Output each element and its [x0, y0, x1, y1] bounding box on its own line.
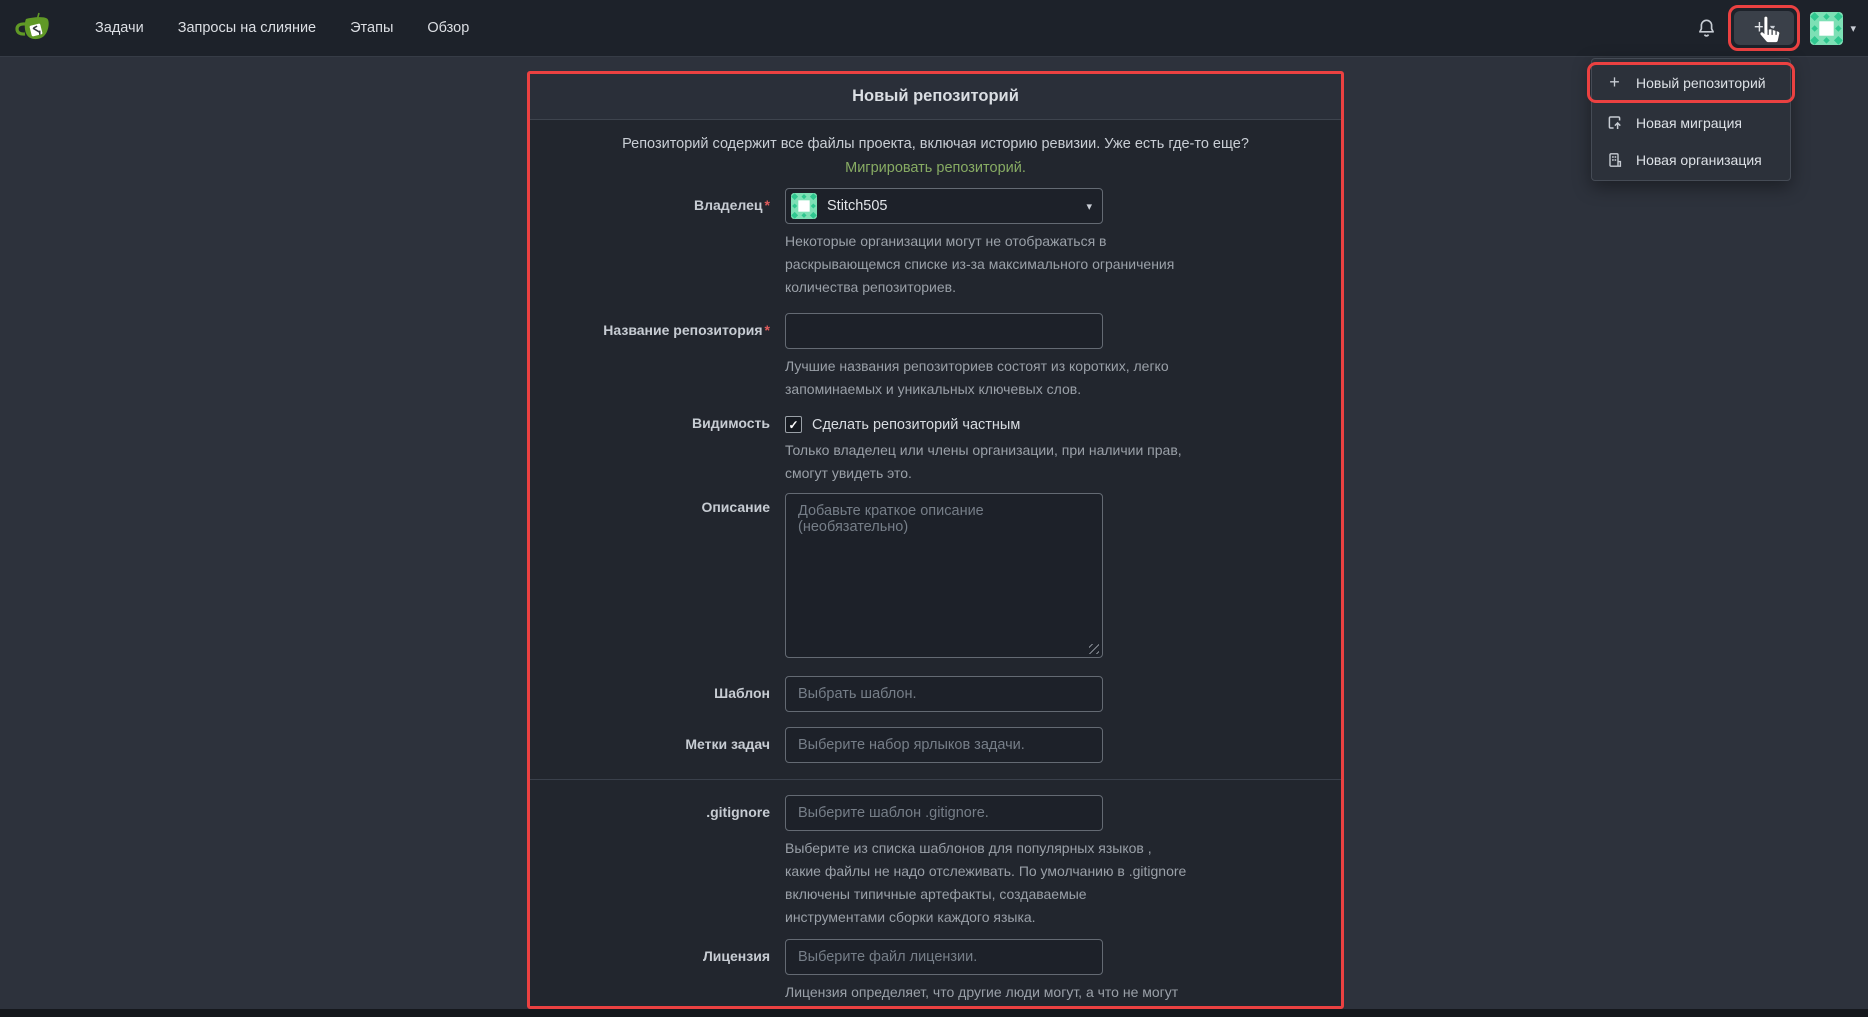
private-checkbox-label: Сделать репозиторий частным	[812, 417, 1020, 433]
create-new-button[interactable]: + ▾	[1734, 11, 1794, 45]
owner-field-cell: Stitch505 ▾ Некоторые организации могут …	[785, 188, 1341, 299]
description-row: Описание	[530, 493, 1341, 658]
gitignore-field-cell: Выберите из списка шаблонов для популярн…	[785, 795, 1341, 929]
plus-icon: +	[1606, 72, 1623, 93]
visibility-label: Видимость	[530, 414, 770, 485]
required-asterisk: *	[765, 197, 770, 213]
panel-body: Репозиторий содержит все файлы проекта, …	[530, 120, 1341, 1009]
owner-avatar	[791, 193, 817, 219]
user-menu-caret-icon[interactable]: ▾	[1850, 22, 1856, 35]
repo-name-help-text: Лучшие названия репозиториев состоят из …	[785, 355, 1187, 401]
gitea-logo[interactable]	[14, 10, 54, 46]
menu-item-new-repository[interactable]: + Новый репозиторий	[1587, 62, 1795, 103]
bell-icon	[1697, 18, 1716, 39]
owner-row: Владелец*	[530, 188, 1341, 299]
plus-icon: +	[1754, 18, 1765, 37]
owner-help-text: Некоторые организации могут не отображат…	[785, 230, 1187, 299]
issue-labels-field-cell	[785, 727, 1341, 763]
visibility-help-text: Только владелец или члены организации, п…	[785, 439, 1187, 485]
bottom-edge-strip	[0, 1009, 1868, 1017]
migrate-repository-link[interactable]: Мигрировать репозиторий.	[845, 160, 1026, 176]
nav-link-pull-requests[interactable]: Запросы на слияние	[161, 0, 333, 57]
chevron-down-icon: ▾	[1770, 23, 1775, 34]
template-input[interactable]	[785, 676, 1103, 712]
intro-text-static: Репозиторий содержит все файлы проекта, …	[622, 136, 1249, 152]
issue-labels-row: Метки задач	[530, 727, 1341, 763]
user-avatar[interactable]	[1810, 12, 1843, 45]
gitignore-input[interactable]	[785, 795, 1103, 831]
new-repository-panel: Новый репозиторий Репозиторий содержит в…	[527, 71, 1344, 1009]
owner-select[interactable]: Stitch505 ▾	[785, 188, 1103, 224]
required-asterisk: *	[765, 322, 770, 338]
description-field-cell	[785, 493, 1103, 658]
license-input[interactable]	[785, 939, 1103, 975]
panel-title: Новый репозиторий	[530, 74, 1341, 120]
issue-labels-input[interactable]	[785, 727, 1103, 763]
visibility-row: Видимость ✓ Сделать репозиторий частным …	[530, 414, 1341, 485]
private-checkbox[interactable]: ✓	[785, 416, 802, 433]
gitignore-row: .gitignore Выберите из списка шаблонов д…	[530, 795, 1341, 929]
menu-item-label: Новый репозиторий	[1636, 75, 1766, 91]
navbar-links: Задачи Запросы на слияние Этапы Обзор	[78, 0, 486, 57]
description-label: Описание	[530, 493, 770, 658]
nav-link-explore[interactable]: Обзор	[410, 0, 486, 57]
menu-item-new-organization[interactable]: Новая организация	[1592, 141, 1790, 178]
repo-name-row: Название репозитория* Лучшие названия ре…	[530, 313, 1341, 401]
license-help-text: Лицензия определяет, что другие люди мог…	[785, 981, 1187, 1009]
identicon-avatar	[1810, 12, 1843, 45]
intro-text: Репозиторий содержит все файлы проекта, …	[530, 120, 1341, 188]
license-field-cell: Лицензия определяет, что другие люди мог…	[785, 939, 1341, 1009]
notifications-button[interactable]	[1697, 18, 1716, 39]
owner-selected-value: Stitch505	[827, 198, 1086, 214]
description-textarea[interactable]	[785, 493, 1103, 658]
menu-item-label: Новая организация	[1636, 152, 1762, 168]
template-field-cell	[785, 676, 1341, 712]
owner-label-text: Владелец	[694, 197, 763, 213]
issue-labels-label: Метки задач	[530, 727, 770, 763]
owner-label: Владелец*	[530, 188, 770, 299]
gitignore-label: .gitignore	[530, 795, 770, 929]
identicon-avatar	[791, 193, 817, 219]
gitea-cup-icon	[15, 11, 53, 45]
template-label: Шаблон	[530, 676, 770, 712]
template-row: Шаблон	[530, 676, 1341, 712]
organization-icon	[1606, 152, 1623, 168]
menu-item-label: Новая миграция	[1636, 115, 1742, 131]
migration-icon	[1606, 115, 1623, 131]
repo-name-label: Название репозитория*	[530, 313, 770, 401]
repo-name-field-cell: Лучшие названия репозиториев состоят из …	[785, 313, 1341, 401]
license-label: Лицензия	[530, 939, 770, 1009]
menu-item-new-migration[interactable]: Новая миграция	[1592, 104, 1790, 141]
gitignore-help-text: Выберите из списка шаблонов для популярн…	[785, 837, 1187, 929]
chevron-down-icon: ▾	[1086, 200, 1092, 213]
nav-link-issues[interactable]: Задачи	[78, 0, 161, 57]
visibility-field-cell: ✓ Сделать репозиторий частным Только вла…	[785, 414, 1341, 485]
repo-name-input[interactable]	[785, 313, 1103, 349]
private-checkbox-line: ✓ Сделать репозиторий частным	[785, 414, 1341, 433]
annotation-ring-plus-button: + ▾	[1728, 5, 1800, 51]
license-row: Лицензия Лицензия определяет, что другие…	[530, 939, 1341, 1009]
top-navbar: Задачи Запросы на слияние Этапы Обзор + …	[0, 0, 1868, 57]
license-help-static: Лицензия определяет, что другие люди мог…	[785, 984, 1178, 1009]
nav-link-milestones[interactable]: Этапы	[333, 0, 410, 57]
create-new-dropdown-menu: + Новый репозиторий Новая миграция	[1591, 58, 1791, 181]
repo-name-label-text: Название репозитория	[603, 322, 762, 338]
section-divider	[530, 779, 1341, 780]
